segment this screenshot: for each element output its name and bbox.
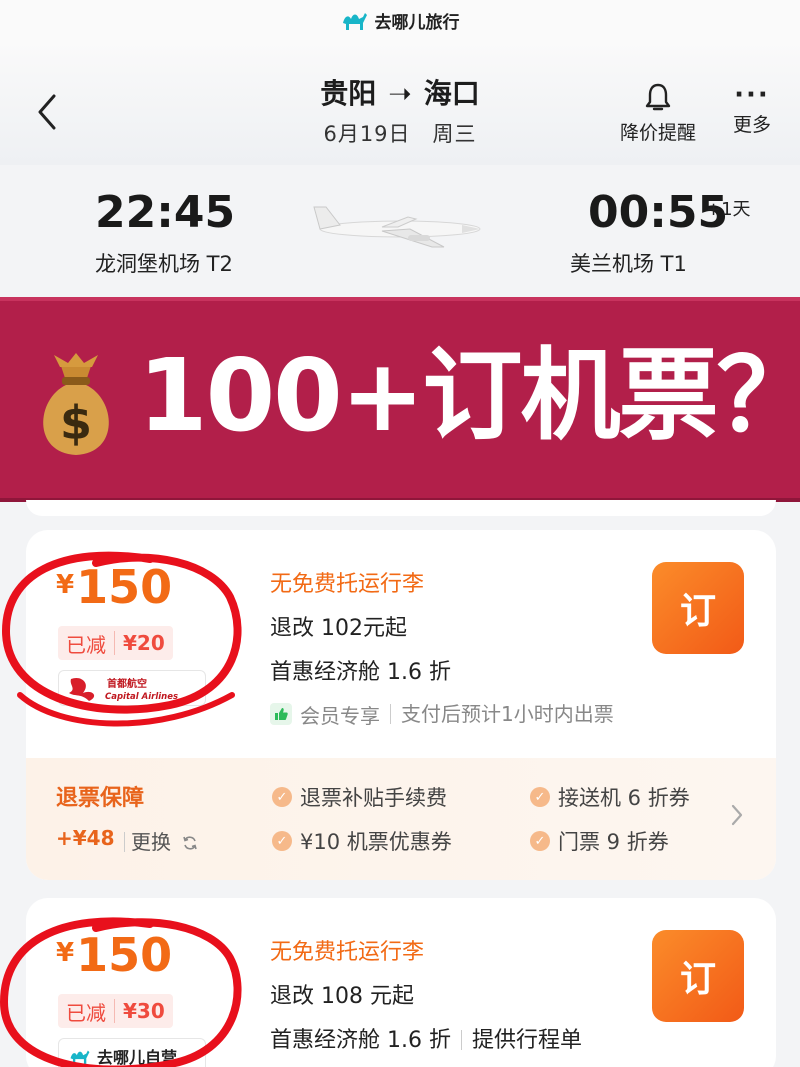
check-icon: ✓ [272,831,292,851]
weekday-value: 周三 [432,122,477,146]
airline-logo: 去哪儿自营 [58,1038,206,1067]
offer-card[interactable]: ¥150 已减 ¥20 首都航空 Capital Airlines 无免费托运行… [26,530,776,880]
book-button[interactable]: 订 [652,930,744,1022]
arrival-airport: 美兰机场 T1 [570,252,687,276]
issue-time: 支付后预计1小时内出票 [401,702,614,726]
chevron-right-icon[interactable] [730,802,744,828]
brand-bar: 去哪儿旅行 [0,0,800,40]
guarantee-item: ✓ 接送机 6 折券 [530,782,690,812]
refund-info[interactable]: 退改 108 元起 [270,978,414,1010]
cabin-text: 首惠经济舱 1.6 折 [270,660,451,685]
guarantee-price: +¥48 [56,826,115,850]
airline-logo: 首都航空 Capital Airlines [58,670,206,706]
route-to: 海口 [423,77,480,110]
departure-time: 22:45 [95,187,236,238]
capital-airlines-logo: 首都航空 Capital Airlines [69,677,178,702]
check-icon: ✓ [272,787,292,807]
bell-icon [645,83,671,111]
promo-banner: $ 100+订机票？ [0,297,800,502]
guarantee-item-label: ¥10 机票优惠券 [300,830,452,854]
swap-label: 更换 [131,830,171,854]
route-from: 贵阳 [320,77,377,110]
discount-value: ¥20 [114,631,173,655]
baggage-text: 无免费托运行李 [270,572,425,597]
cabin-info: 首惠经济舱 1.6 折 [270,654,451,686]
more-button[interactable]: ··· 更多 [724,82,780,137]
card-edge [26,500,776,516]
header: 贵阳 ➝ 海口 6月19日 周三 降价提醒 ··· 更多 [0,40,800,165]
baggage-info: 无免费托运行李 [270,934,424,966]
price-value: 150 [76,560,173,614]
offer-card[interactable]: ¥150 已减 ¥30 去哪儿自营 无免费托运行李 退改 108 元起 首惠经济… [26,898,776,1067]
baggage-text: 无免费托运行李 [270,940,425,965]
refresh-icon [183,836,198,850]
member-label: 会员专享 [300,703,380,728]
banner-headline: 100+订机票？ [138,337,800,454]
discount-label: 已减 [66,1000,106,1025]
route-arrow: ➝ [388,77,412,110]
guarantee-item-label: 接送机 6 折券 [558,786,690,810]
price-alert-button[interactable]: 降价提醒 [612,82,704,145]
airline-name: 去哪儿自营 [97,1048,178,1067]
discount-value: ¥30 [114,999,173,1023]
camel-logo-icon [342,13,367,30]
airplane-icon [313,206,481,248]
discount-label: 已减 [66,632,106,657]
refund-text: 退改 102元起 [270,616,407,641]
departure-airport: 龙洞堡机场 T2 [95,252,233,276]
divider [460,1030,462,1050]
more-dots-icon: ··· [734,80,770,110]
cabin-info: 首惠经济舱 1.6 折提供行程单 [270,1022,582,1054]
camel-logo-icon [70,1050,90,1064]
svg-text:Capital Airlines: Capital Airlines [105,692,178,702]
svg-text:$: $ [60,396,92,450]
svg-text:首都航空: 首都航空 [107,677,147,690]
refund-guarantee-section[interactable]: 退票保障 +¥48 更换 ✓ 退票补贴手续费 ✓ 接送机 6 折券 ✓ ¥10 机票优… [26,758,776,880]
book-button[interactable]: 订 [652,562,744,654]
brand-name: 去哪儿旅行 [374,12,460,33]
check-icon: ✓ [530,787,550,807]
money-bag-icon: $ [43,353,109,455]
arrival-next-day: +1天 [706,199,751,220]
guarantee-item: ✓ 退票补贴手续费 [272,782,447,812]
offer-price: ¥150 [56,560,172,614]
offer-price: ¥150 [56,928,172,982]
check-icon: ✓ [530,831,550,851]
guarantee-item: ✓ 门票 9 折券 [530,826,669,856]
guarantee-item: ✓ ¥10 机票优惠券 [272,826,452,856]
currency-symbol: ¥ [56,570,75,600]
swap-button[interactable]: 更换 [124,826,199,855]
cabin-text: 首惠经济舱 1.6 折 [270,1028,451,1053]
guarantee-title: 退票保障 [56,786,145,811]
flight-summary: 22:45 龙洞堡机场 T2 00:55 +1天 美兰机场 T1 [0,165,800,295]
member-info: 会员专享 支付后预计1小时内出票 [270,698,614,729]
divider [124,832,125,852]
refund-text: 退改 108 元起 [270,984,414,1009]
divider [390,704,391,724]
currency-symbol: ¥ [56,938,75,968]
discount-badge: 已减 ¥30 [58,994,173,1028]
discount-badge: 已减 ¥20 [58,626,173,660]
price-alert-label: 降价提醒 [619,122,696,144]
guarantee-item-label: 退票补贴手续费 [300,786,447,810]
date-value: 6月19日 [323,122,411,146]
price-value: 150 [76,928,173,982]
more-label: 更多 [732,114,771,136]
refund-info[interactable]: 退改 102元起 [270,610,407,642]
guarantee-item-label: 门票 9 折券 [558,830,669,854]
thumbs-up-icon [270,703,292,725]
itinerary-text: 提供行程单 [471,1028,582,1053]
baggage-info: 无免费托运行李 [270,566,424,598]
